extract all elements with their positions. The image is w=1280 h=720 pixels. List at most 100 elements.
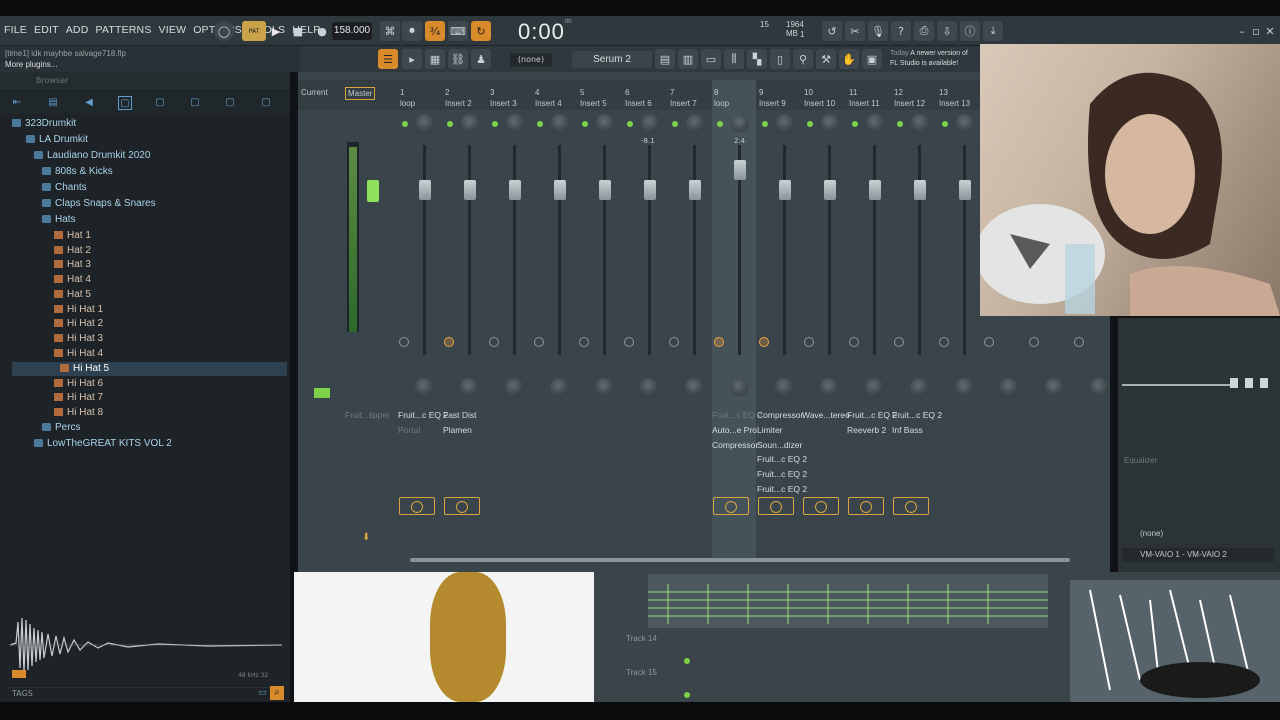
insert12-fx-slot[interactable]: Fruit...c EQ 2 (892, 410, 942, 420)
track-14-led[interactable] (684, 658, 690, 664)
insert8-fx-slot[interactable]: Compressor (712, 440, 758, 450)
stop-button[interactable]: ■ (288, 21, 308, 41)
master-fader[interactable] (367, 180, 379, 202)
volume-fader-10[interactable] (824, 180, 836, 200)
send-arrow-11[interactable] (848, 497, 884, 515)
volume-fader-13[interactable] (959, 180, 971, 200)
route-button-6[interactable] (624, 337, 634, 347)
track-14-label[interactable]: Track 14 (626, 634, 657, 643)
route-button-4[interactable] (534, 337, 544, 347)
browser-folder[interactable]: Percs (42, 421, 81, 435)
stereo-knob-13[interactable] (955, 378, 973, 396)
panel-fader-3[interactable] (1260, 378, 1268, 388)
plugin-icon[interactable]: ⚲ (793, 49, 813, 69)
browser-folder[interactable]: Chants (42, 181, 87, 195)
record-button[interactable]: ● (312, 21, 332, 41)
recent-icon[interactable]: ▢ (153, 96, 167, 110)
insert8-fx-slot[interactable]: Auto...e Pro (712, 425, 757, 435)
starred-icon[interactable]: ▢ (259, 96, 273, 110)
strip-11-label[interactable]: 11 Insert 11 (849, 87, 880, 109)
countdown-icon[interactable]: ¾ (425, 21, 445, 41)
link-icon[interactable]: ⛓ (448, 49, 468, 69)
route-button-1[interactable] (399, 337, 409, 347)
folder-view-icon[interactable]: ▢ (118, 96, 132, 110)
stereo-knob-4[interactable] (550, 378, 568, 396)
send-arrow-9[interactable] (758, 497, 794, 515)
pan-knob-9[interactable] (776, 114, 794, 132)
pan-knob-12[interactable] (911, 114, 929, 132)
pan-knob-7[interactable] (686, 114, 704, 132)
strip-master-label[interactable]: Master (345, 87, 376, 100)
insert9-fx-slot[interactable]: Limiter (757, 425, 783, 435)
stereo-knob-9[interactable] (775, 378, 793, 396)
route-button-16[interactable] (1074, 337, 1084, 347)
step-edit-icon[interactable]: ⌨ (448, 21, 468, 41)
insert11-fx-slot[interactable]: Fruit...c EQ 2 (847, 410, 897, 420)
volume-fader-3[interactable] (509, 180, 521, 200)
browser-folder[interactable]: 808s & Kicks (42, 165, 113, 179)
tools-icon[interactable]: ⚒ (816, 49, 836, 69)
close-icon[interactable]: ✕ (1260, 21, 1280, 41)
pan-knob-11[interactable] (866, 114, 884, 132)
browser-file[interactable]: Hi Hat 4 (54, 347, 103, 361)
master-volume-knob[interactable]: ◯ (214, 21, 234, 41)
output-select[interactable]: VM-VAIO 1 - VM-VAIO 2 (1122, 548, 1274, 562)
insert-led-11[interactable] (852, 121, 858, 127)
browser-file-selected[interactable]: Hi Hat 5 (60, 362, 109, 376)
pan-knob-13[interactable] (956, 114, 974, 132)
project-folder-icon[interactable]: ▢ (188, 96, 202, 110)
volume-fader-9[interactable] (779, 180, 791, 200)
plugin-database-icon[interactable]: ▢ (223, 96, 237, 110)
browser-file[interactable]: Hat 1 (54, 229, 91, 243)
channel-rack-icon[interactable]: ▤ (655, 49, 675, 69)
route-button-12[interactable] (894, 337, 904, 347)
insert9-fx-slot[interactable]: Fruit...c EQ 2 (757, 469, 807, 479)
stereo-knob-8[interactable] (730, 378, 748, 396)
pattern-song-toggle[interactable]: PAT (242, 21, 266, 41)
insert2-fx-slot[interactable]: Fast Dist (443, 410, 477, 420)
strip-1-label[interactable]: 1 loop (400, 87, 415, 109)
route-button-3[interactable] (489, 337, 499, 347)
playlist-icon[interactable]: ☰ (378, 49, 398, 69)
tags-bar[interactable]: TAGS (8, 687, 284, 701)
panel-fader-1[interactable] (1230, 378, 1238, 388)
pan-knob-1[interactable] (416, 114, 434, 132)
strip-9-label[interactable]: 9 Insert 9 (759, 87, 786, 109)
browser-file[interactable]: Hi Hat 7 (54, 391, 103, 405)
track-15-label[interactable]: Track 15 (626, 668, 657, 677)
render-icon[interactable]: ⇩ (937, 21, 957, 41)
browser-file[interactable]: Hi Hat 1 (54, 303, 103, 317)
route-button-7[interactable] (669, 337, 679, 347)
insert12-fx-slot[interactable]: Inf Bass (892, 425, 923, 435)
mixer-icon[interactable]: ⫼ (724, 49, 744, 69)
touch-icon[interactable]: ✋ (839, 49, 859, 69)
stereo-knob-15[interactable] (1045, 378, 1063, 396)
stereo-knob-5[interactable] (595, 378, 613, 396)
more-plugins-link[interactable]: More plugins... (5, 60, 57, 69)
route-button-8[interactable] (714, 337, 724, 347)
news-icon[interactable]: ▣ (862, 49, 882, 69)
insert-led-7[interactable] (672, 121, 678, 127)
send-arrow-2[interactable] (444, 497, 480, 515)
browser-folder[interactable]: LowTheGREAT KITS VOL 2 (34, 437, 172, 451)
preview-play-icon[interactable] (12, 670, 26, 678)
volume-fader-11[interactable] (869, 180, 881, 200)
wait-input-icon[interactable]: ⏺ (402, 21, 422, 41)
send-arrow-12[interactable] (893, 497, 929, 515)
download-icon[interactable]: ⤓ (983, 21, 1003, 41)
insert9-fx-slot[interactable]: Fruit...c EQ 2 (757, 484, 807, 494)
insert-led-10[interactable] (807, 121, 813, 127)
panel-fader-2[interactable] (1245, 378, 1253, 388)
insert-led-5[interactable] (582, 121, 588, 127)
route-button-11[interactable] (849, 337, 859, 347)
insert-led-8[interactable] (717, 121, 723, 127)
strip-13-label[interactable]: 13 Insert 13 (939, 87, 970, 109)
stereo-knob-10[interactable] (820, 378, 838, 396)
strip-6-label[interactable]: 6 Insert 6 (625, 87, 652, 109)
strip-10-label[interactable]: 10 Insert 10 (804, 87, 835, 109)
browser-folder[interactable]: Laudiano Drumkit 2020 (34, 149, 150, 163)
volume-fader-1[interactable] (419, 180, 431, 200)
send-arrow-1[interactable] (399, 497, 435, 515)
pan-knob-2[interactable] (461, 114, 479, 132)
info-icon[interactable]: ⓘ (960, 21, 980, 41)
